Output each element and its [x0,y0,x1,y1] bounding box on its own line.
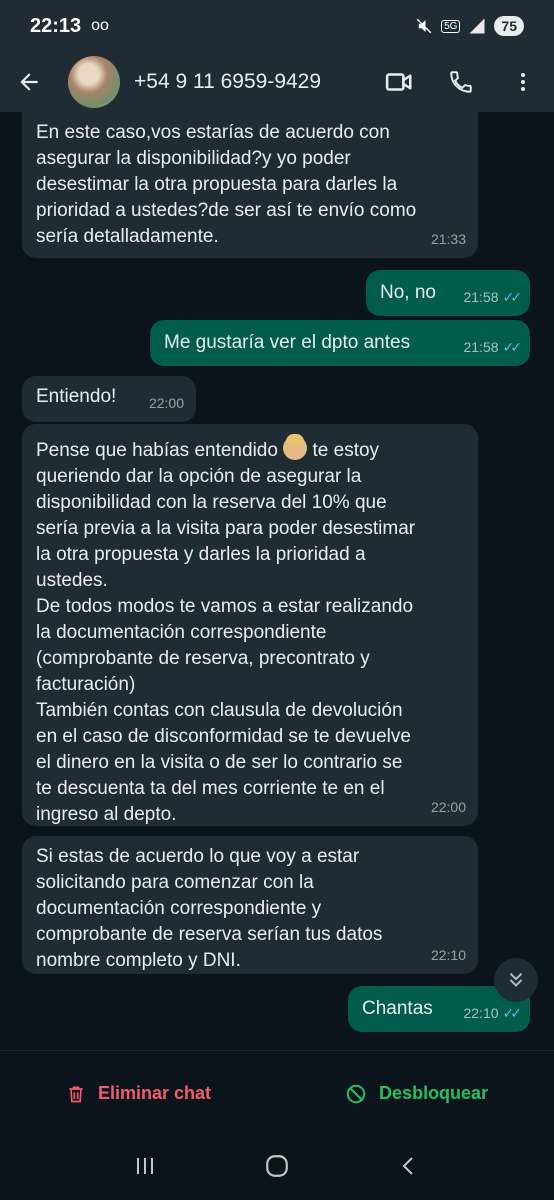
delete-chat-button[interactable]: Eliminar chat [66,1083,211,1105]
message-text-part: Pense que habías entendido [36,440,284,461]
back-button[interactable] [0,52,58,112]
message-time: 21:33 [430,231,466,247]
more-vertical-icon [521,73,525,91]
message-time: 22:10 [463,1005,499,1021]
signal-icon [469,18,485,34]
message-meta: 21:58 ✓✓ [463,334,523,360]
read-ticks-icon: ✓✓ [502,289,523,305]
message-time: 22:10 [430,947,466,963]
status-indicators: 5G 75 [415,16,524,36]
read-ticks-icon: ✓✓ [502,1005,523,1021]
system-navigation-bar [0,1136,554,1200]
message-meta: 21:58 ✓✓ [463,284,523,310]
message-time: 21:58 [463,339,499,355]
status-time: 22:13 [30,14,82,37]
voice-call-button[interactable] [430,52,492,112]
message-bubble[interactable]: Pense que habías entendido te estoy quer… [22,424,478,826]
message-time: 22:00 [148,395,184,411]
message-meta: 21:33 [431,226,466,252]
battery-icon: 75 [494,16,524,36]
double-chevron-down-icon [509,972,523,987]
phone-icon [450,71,472,93]
message-bubble[interactable]: Si estas de acuerdo lo que voy a estar s… [22,836,478,974]
message-bubble[interactable]: No, no 21:58 ✓✓ [366,270,530,316]
recent-apps-button[interactable] [133,1154,157,1183]
message-first-line: Pense que habías entendido te estoy [36,434,464,464]
message-bubble[interactable]: Me gustaría ver el dpto antes 21:58 ✓✓ [150,320,530,366]
message-time: 21:58 [463,289,499,305]
message-text: Si estas de acuerdo lo que voy a estar s… [36,846,383,971]
read-ticks-icon: ✓✓ [502,339,523,355]
back-nav-button[interactable] [397,1154,421,1183]
message-meta: 22:00 [431,794,466,820]
trash-icon [69,1086,83,1102]
person-facepalming-icon [283,434,308,460]
message-text: En este caso,vos estarías de acuerdo con… [36,122,417,247]
chevron-left-icon [402,1156,413,1175]
network-type: 5G [441,19,461,33]
mute-icon [416,18,432,34]
block-icon [346,1084,366,1103]
message-bubble[interactable]: Entiendo! 22:00 [22,376,196,422]
video-call-button[interactable] [368,52,430,112]
delete-chat-label: Eliminar chat [98,1083,212,1103]
home-icon [266,1154,288,1177]
avatar[interactable] [68,56,120,108]
message-meta: 22:10 ✓✓ [463,1000,523,1026]
recent-apps-icon [137,1157,154,1174]
message-time: 22:00 [430,799,466,815]
home-button[interactable] [264,1153,290,1184]
more-options-button[interactable] [492,52,554,112]
status-bar: 22:13 oo 5G 75 [0,0,554,52]
video-camera-icon [385,73,412,91]
message-bubble[interactable]: En este caso,vos estarías de acuerdo con… [22,112,478,258]
contact-name[interactable]: +54 9 11 6959-9429 [134,70,368,94]
message-meta: 22:00 [149,390,184,416]
message-list[interactable]: En este caso,vos estarías de acuerdo con… [0,112,554,1050]
unblock-button[interactable]: Desbloquear [345,1083,488,1105]
message-text-part: te estoy [307,440,380,461]
blocked-contact-actions: Eliminar chat Desbloquear [0,1050,554,1136]
message-text: queriendo dar la opción de asegurar la d… [36,466,416,825]
scroll-to-bottom-button[interactable] [494,958,538,1002]
chat-header: +54 9 11 6959-9429 [0,52,554,112]
unblock-label: Desbloquear [379,1083,489,1103]
arrow-left-icon [20,73,38,91]
message-meta: 22:10 [431,942,466,968]
voicemail-icon: oo [91,17,109,34]
